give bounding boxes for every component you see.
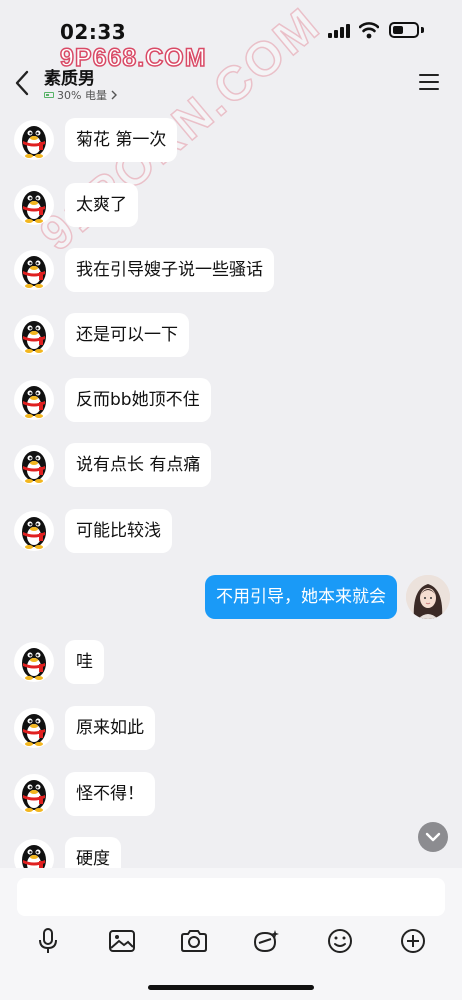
menu-icon[interactable] — [419, 74, 439, 90]
wifi-icon — [359, 22, 379, 39]
penguin-avatar-icon — [22, 321, 46, 353]
contact-avatar[interactable] — [14, 315, 54, 355]
user-avatar[interactable] — [406, 575, 450, 619]
back-chevron-icon[interactable] — [14, 70, 30, 96]
incoming-bubble[interactable]: 太爽了 — [65, 183, 138, 227]
incoming-bubble[interactable]: 怪不得！ — [65, 772, 155, 816]
status-time: 02:33 — [60, 20, 127, 44]
message-row: 可能比较浅 — [0, 509, 462, 555]
message-row: 硬度 — [0, 837, 462, 868]
penguin-avatar-icon — [22, 191, 46, 223]
message-row: 原来如此 — [0, 706, 462, 752]
penguin-avatar-icon — [22, 780, 46, 812]
mic-icon[interactable] — [33, 926, 63, 956]
user-portrait-icon — [406, 575, 450, 619]
image-icon[interactable] — [107, 926, 137, 956]
contact-avatar[interactable] — [14, 380, 54, 420]
message-input[interactable] — [17, 878, 445, 916]
message-row: 反而bb她顶不住 — [0, 378, 462, 424]
penguin-avatar-icon — [22, 386, 46, 418]
incoming-bubble[interactable]: 可能比较浅 — [65, 509, 172, 553]
contact-avatar[interactable] — [14, 445, 54, 485]
battery-tip — [421, 27, 424, 33]
incoming-bubble[interactable]: 说有点长 有点痛 — [65, 443, 212, 487]
incoming-bubble[interactable]: 哇 — [65, 640, 104, 684]
emoji-icon[interactable] — [325, 926, 355, 956]
message-list[interactable]: 菊花 第一次 太爽了 我在引导嫂子说一些骚话 还是可以一下 反而bb她顶不住 说… — [0, 108, 462, 868]
contact-avatar[interactable] — [14, 185, 54, 225]
incoming-bubble[interactable]: 反而bb她顶不住 — [65, 378, 211, 422]
incoming-bubble[interactable]: 菊花 第一次 — [65, 118, 178, 162]
message-row: 菊花 第一次 — [0, 118, 462, 164]
contact-avatar[interactable] — [14, 250, 54, 290]
plus-icon[interactable] — [398, 926, 428, 956]
chevron-down-icon — [425, 832, 441, 842]
contact-battery-status[interactable]: 30% 电量 — [44, 87, 118, 103]
camera-icon[interactable] — [179, 926, 209, 956]
incoming-bubble[interactable]: 原来如此 — [65, 706, 155, 750]
scroll-to-bottom-button[interactable] — [418, 822, 448, 852]
message-row: 我在引导嫂子说一些骚话 — [0, 248, 462, 294]
contact-battery-text: 30% 电量 — [57, 89, 107, 102]
contact-avatar[interactable] — [14, 642, 54, 682]
message-row: 怪不得！ — [0, 772, 462, 818]
contact-avatar[interactable] — [14, 120, 54, 160]
contact-avatar[interactable] — [14, 774, 54, 814]
sticker-icon[interactable] — [251, 926, 281, 956]
message-row: 不用引导，她本来就会 — [0, 575, 462, 621]
cellular-signal-icon — [328, 24, 350, 38]
message-row: 太爽了 — [0, 183, 462, 229]
battery-icon — [389, 22, 419, 38]
penguin-avatar-icon — [22, 126, 46, 158]
contact-name[interactable]: 素质男 — [44, 64, 95, 89]
contact-avatar[interactable] — [14, 708, 54, 748]
outgoing-bubble[interactable]: 不用引导，她本来就会 — [205, 575, 397, 619]
chevron-right-icon — [111, 90, 117, 100]
penguin-avatar-icon — [22, 648, 46, 680]
message-row: 还是可以一下 — [0, 313, 462, 359]
incoming-bubble[interactable]: 硬度 — [65, 837, 121, 868]
chat-header: 素质男 30% 电量 — [0, 58, 462, 108]
home-indicator[interactable] — [148, 985, 314, 990]
message-row: 哇 — [0, 640, 462, 686]
contact-avatar[interactable] — [14, 511, 54, 551]
penguin-avatar-icon — [22, 451, 46, 483]
incoming-bubble[interactable]: 我在引导嫂子说一些骚话 — [65, 248, 274, 292]
contact-avatar[interactable] — [14, 839, 54, 868]
penguin-avatar-icon — [22, 517, 46, 549]
mini-battery-icon — [44, 92, 54, 98]
penguin-avatar-icon — [22, 714, 46, 746]
input-panel — [0, 868, 462, 1000]
penguin-avatar-icon — [22, 845, 46, 868]
penguin-avatar-icon — [22, 256, 46, 288]
incoming-bubble[interactable]: 还是可以一下 — [65, 313, 189, 357]
message-row: 说有点长 有点痛 — [0, 443, 462, 489]
